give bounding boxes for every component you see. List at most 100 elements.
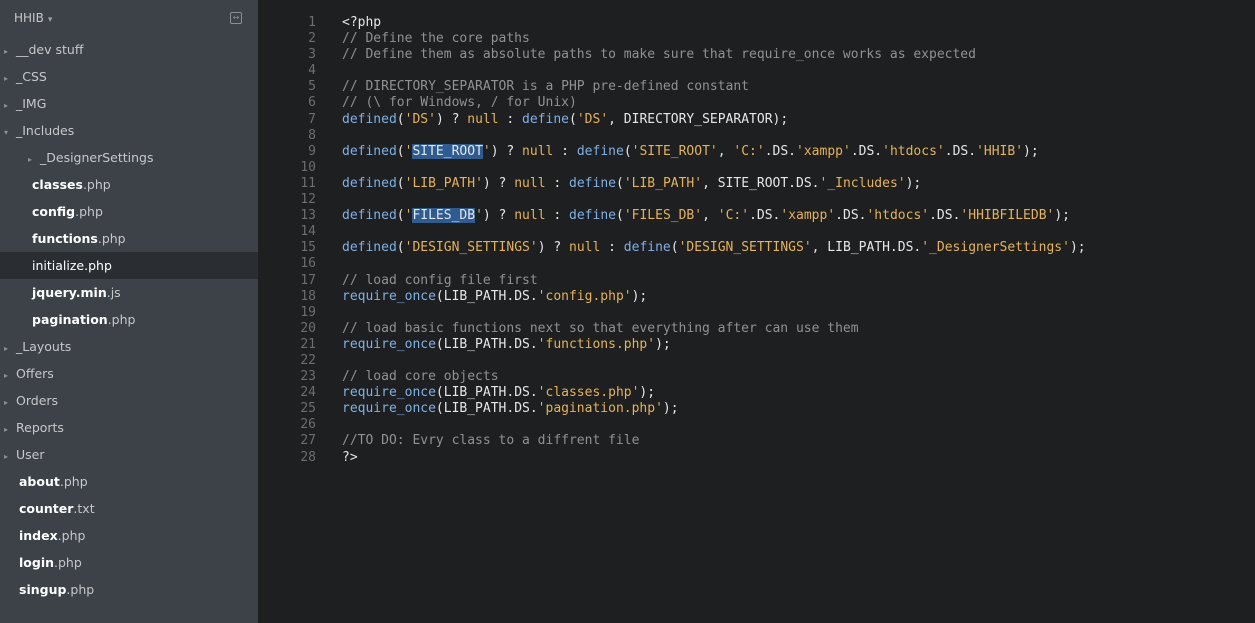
tree-folder[interactable]: ▸ User [0, 441, 258, 468]
code-token: .DS. [850, 143, 883, 159]
tree-file[interactable]: singup.php [0, 576, 258, 603]
chevron-right-icon[interactable]: ▸ [28, 146, 40, 173]
code-area[interactable]: 1 <?php 2 // Define the core paths 3 // Defin… [258, 15, 1086, 466]
code-token: 'HHIBFILEDB' [960, 208, 1055, 224]
code-token: define [623, 240, 671, 256]
code-line[interactable]: 7 defined('DS') ? null : define('DS', DIR… [258, 112, 1086, 128]
tree-file[interactable]: counter.txt [0, 495, 258, 522]
selected-text: SITE_ROOT [412, 143, 483, 159]
project-header[interactable]: HHIB ▾ ↔ [0, 0, 258, 36]
folder-label: Offers [16, 366, 54, 381]
code-line[interactable]: 22 [258, 353, 1086, 369]
tree-folder[interactable]: ▸ __dev stuff [0, 36, 258, 63]
code-line[interactable]: 24 require_once(LIB_PATH.DS.'classes.php'… [258, 385, 1086, 401]
collapse-icon[interactable]: ↔ [230, 12, 242, 24]
code-text: // load basic functions next so that eve… [316, 321, 859, 337]
line-number: 14 [300, 224, 316, 240]
code-token: , SITE_ROOT.DS. [702, 175, 820, 191]
code-token: ( [396, 240, 405, 256]
tree-folder[interactable]: ▸ Offers [0, 360, 258, 387]
code-line[interactable]: 12 [258, 192, 1086, 208]
file-name: login [19, 555, 55, 570]
tree-file[interactable]: index.php [0, 522, 258, 549]
code-line[interactable]: 25 require_once(LIB_PATH.DS.'pagination.p… [258, 401, 1086, 417]
chevron-down-icon[interactable]: ▾ [48, 15, 53, 25]
tree-file[interactable]: login.php [0, 549, 258, 576]
code-line[interactable]: 19 [258, 305, 1086, 321]
code-token: require_once [342, 336, 436, 352]
code-line[interactable]: 10 [258, 160, 1086, 176]
tree-folder[interactable]: ▾ _Includes [0, 117, 258, 144]
chevron-right-icon[interactable]: ▸ [4, 362, 16, 389]
chevron-right-icon[interactable]: ▸ [4, 92, 16, 119]
tree-file[interactable]: config.php [0, 198, 258, 225]
code-line[interactable]: 13 defined('FILES_DB') ? null : define('F… [258, 208, 1086, 224]
tree-folder[interactable]: ▸ _Layouts [0, 333, 258, 360]
code-token: 'htdocs' [882, 143, 945, 159]
code-editor[interactable]: 1 <?php 2 // Define the core paths 3 // Defin… [258, 0, 1255, 623]
line-number: 7 [308, 111, 316, 127]
code-line[interactable]: 20 // load basic functions next so that e… [258, 321, 1086, 337]
code-line[interactable]: 17 // load config file first [258, 273, 1086, 289]
code-line[interactable]: 28 ?> [258, 450, 1086, 466]
line-number: 21 [300, 336, 316, 352]
code-token: null [522, 143, 554, 159]
code-line[interactable]: 6 // (\ for Windows, / for Unix) [258, 95, 1086, 111]
code-line[interactable]: 16 [258, 256, 1086, 272]
code-token: , DIRECTORY_SEPARATOR); [608, 111, 789, 127]
file-name: functions [32, 231, 98, 246]
tree-file[interactable]: jquery.min.js [0, 279, 258, 306]
code-line[interactable]: 18 require_once(LIB_PATH.DS.'config.php')… [258, 289, 1086, 305]
tree-file[interactable]: initialize.php [0, 252, 258, 279]
code-line[interactable]: 11 defined('LIB_PATH') ? null : define('L… [258, 176, 1086, 192]
folder-label: User [16, 447, 45, 462]
code-line[interactable]: 4 [258, 63, 1086, 79]
code-line[interactable]: 9 defined('SITE_ROOT') ? null : define('S… [258, 143, 1086, 160]
chevron-right-icon[interactable]: ▸ [4, 389, 16, 416]
tree-folder[interactable]: ▸ _IMG [0, 90, 258, 117]
code-token: ) ? [482, 175, 515, 191]
folder-label: Orders [16, 393, 59, 408]
code-line[interactable]: 3 // Define them as absolute paths to mak… [258, 47, 1086, 63]
code-line[interactable]: 26 [258, 417, 1086, 433]
code-token: 'pagination.php' [537, 401, 663, 417]
tree-file[interactable]: classes.php [0, 171, 258, 198]
code-token: 'FILES_DB' [623, 208, 703, 224]
code-line[interactable]: 8 [258, 128, 1086, 144]
code-token: 'C:' [717, 208, 750, 224]
chevron-right-icon[interactable]: ▸ [4, 38, 16, 65]
chevron-down-icon[interactable]: ▾ [4, 119, 16, 146]
tree-folder[interactable]: ▸ _DesignerSettings [0, 144, 258, 171]
chevron-right-icon[interactable]: ▸ [4, 443, 16, 470]
code-token: null [569, 240, 601, 256]
code-line[interactable]: 21 require_once(LIB_PATH.DS.'functions.ph… [258, 337, 1086, 353]
code-line[interactable]: 2 // Define the core paths [258, 31, 1086, 47]
tree-file[interactable]: functions.php [0, 225, 258, 252]
file-name: singup [19, 582, 67, 597]
tree-folder[interactable]: ▸ _CSS [0, 63, 258, 90]
tree-folder[interactable]: ▸ Reports [0, 414, 258, 441]
code-token: ( [396, 208, 405, 224]
code-token: ) ? [482, 208, 515, 224]
line-number: 22 [300, 352, 316, 368]
project-title[interactable]: HHIB ▾ [14, 11, 52, 25]
code-token: //TO DO: Evry class to a diffrent file [342, 433, 640, 449]
tree-folder[interactable]: ▸ Orders [0, 387, 258, 414]
code-line[interactable]: 27 //TO DO: Evry class to a diffrent file [258, 433, 1086, 449]
chevron-right-icon[interactable]: ▸ [4, 65, 16, 92]
code-line[interactable]: 1 <?php [258, 15, 1086, 31]
chevron-right-icon[interactable]: ▸ [4, 335, 16, 362]
code-line[interactable]: 23 // load core objects [258, 369, 1086, 385]
code-line[interactable]: 5 // DIRECTORY_SEPARATOR is a PHP pre-def… [258, 79, 1086, 95]
code-line[interactable]: 15 defined('DESIGN_SETTINGS') ? null : de… [258, 240, 1085, 256]
code-line[interactable]: 14 [258, 224, 1086, 240]
code-token: ); [631, 288, 648, 304]
folder-label: _CSS [16, 69, 47, 84]
tree-file[interactable]: about.php [0, 468, 258, 495]
tree-file[interactable]: pagination.php [0, 306, 258, 333]
file-name: initialize [32, 258, 85, 273]
chevron-right-icon[interactable]: ▸ [4, 416, 16, 443]
